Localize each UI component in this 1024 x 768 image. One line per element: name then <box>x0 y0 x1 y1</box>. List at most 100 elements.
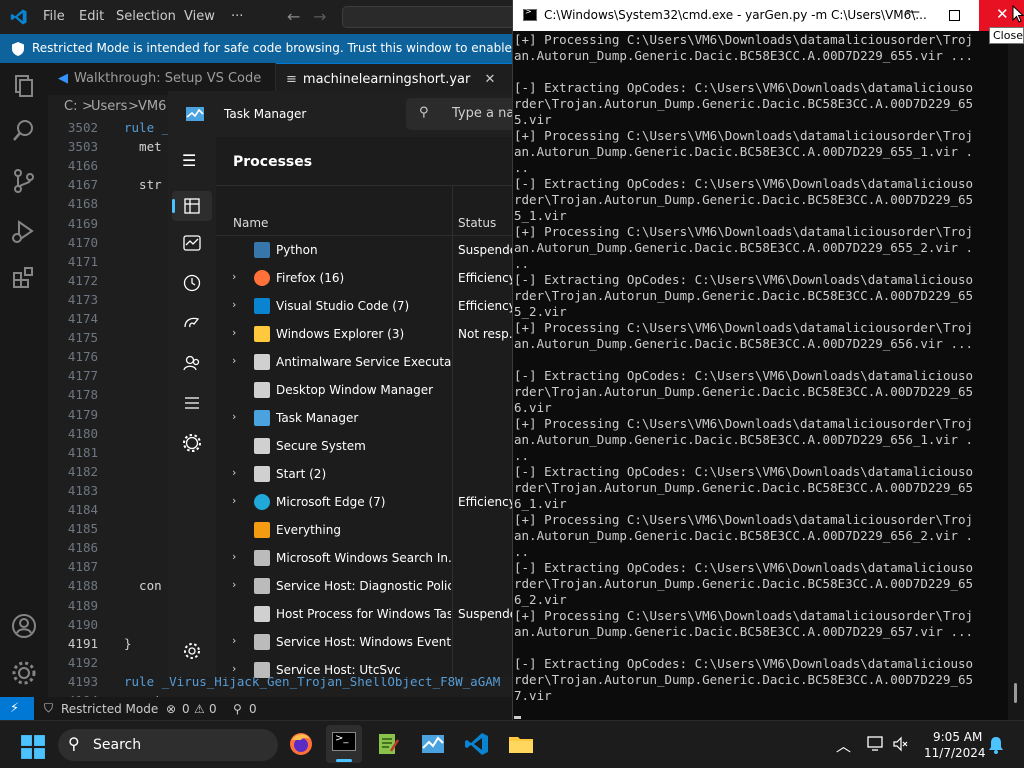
nav-processes[interactable] <box>172 191 212 221</box>
process-name: Firefox (16) <box>276 271 345 285</box>
clock-date[interactable]: 11/7/2024 <box>924 746 986 760</box>
expand-chevron-icon[interactable]: › <box>232 354 236 367</box>
expand-chevron-icon[interactable]: › <box>232 326 236 339</box>
services-icon[interactable] <box>182 433 202 453</box>
minimize-button[interactable]: — <box>906 4 920 20</box>
process-row[interactable]: › Service Host: UtcSvc <box>216 656 513 684</box>
search-icon[interactable] <box>10 117 38 145</box>
notepad-plus-icon[interactable] <box>375 731 401 757</box>
notification-bell-icon[interactable] <box>988 736 1004 754</box>
process-row[interactable]: › Service Host: Diagnostic Polic... <box>216 572 513 600</box>
process-row[interactable]: › Windows Explorer (3) Not resp... <box>216 320 520 348</box>
column-header-status[interactable]: Status <box>458 216 496 230</box>
process-row[interactable]: › Microsoft Windows Search In... <box>216 544 513 572</box>
warning-count[interactable]: 0 <box>209 702 217 716</box>
maximize-button[interactable] <box>949 10 960 21</box>
process-row[interactable]: › Firefox (16) Efficiency <box>216 264 516 292</box>
scrollbar-thumb[interactable] <box>1014 683 1017 703</box>
menu-file[interactable]: File <box>43 9 65 24</box>
cmd-console[interactable]: [+] Processing C:\Users\VM6\Downloads\da… <box>513 31 1024 720</box>
process-row[interactable]: › Visual Studio Code (7) Efficiency <box>216 292 516 320</box>
process-row[interactable]: Desktop Window Manager <box>216 376 513 404</box>
volume-muted-icon[interactable] <box>893 736 909 752</box>
expand-chevron-icon[interactable]: › <box>232 410 236 423</box>
column-header-name[interactable]: Name <box>233 216 268 230</box>
startup-apps-icon[interactable] <box>182 313 202 333</box>
expand-chevron-icon[interactable]: › <box>232 550 236 563</box>
process-row[interactable]: › Start (2) <box>216 460 513 488</box>
performance-icon[interactable] <box>182 233 202 253</box>
expand-chevron-icon[interactable]: › <box>232 578 236 591</box>
task-manager-titlebar: Task Manager ⚲ Type a na <box>168 91 516 137</box>
taskbar-search[interactable]: ⚲ Search <box>58 729 278 761</box>
extensions-icon[interactable] <box>10 263 38 291</box>
expand-chevron-icon[interactable]: › <box>232 494 236 507</box>
process-row[interactable]: › Antimalware Service Executable <box>216 348 513 376</box>
firefox-icon[interactable] <box>288 731 314 757</box>
show-hidden-icons-chevron-icon[interactable]: ︿ <box>836 735 851 756</box>
console-line: [-] Extracting OpCodes: C:\Users\VM6\Dow… <box>514 368 974 383</box>
process-row[interactable]: Python Suspended <box>216 236 525 264</box>
menu-selection[interactable]: Selection <box>116 9 176 24</box>
process-row[interactable]: Secure System <box>216 432 513 460</box>
expand-chevron-icon[interactable]: › <box>232 466 236 479</box>
code-line[interactable]: str <box>124 177 162 192</box>
ports-count[interactable]: 0 <box>249 702 257 716</box>
app-history-icon[interactable] <box>182 273 202 293</box>
taskbar-cmd[interactable]: >_ <box>326 725 362 763</box>
restricted-mode-status[interactable]: Restricted Mode <box>61 702 158 716</box>
expand-chevron-icon[interactable]: › <box>232 662 236 675</box>
command-center-search[interactable] <box>342 6 517 28</box>
network-icon[interactable] <box>867 736 885 752</box>
cmd-title: C:\Windows\System32\cmd.exe - yarGen.py … <box>544 8 927 22</box>
menu-edit[interactable]: Edit <box>79 9 104 24</box>
process-row[interactable]: › Microsoft Edge (7) Efficiency <box>216 488 516 516</box>
source-control-icon[interactable] <box>10 167 38 195</box>
process-status: Efficiency <box>458 299 516 313</box>
line-number: 4191 <box>67 636 98 651</box>
windows-start-icon[interactable] <box>20 734 46 760</box>
details-icon[interactable] <box>182 393 202 413</box>
process-row[interactable]: › Task Manager <box>216 404 513 432</box>
back-arrow-icon[interactable]: ← <box>287 7 300 26</box>
process-row[interactable]: Everything <box>216 516 513 544</box>
explorer-icon[interactable] <box>10 72 38 100</box>
error-count[interactable]: 0 <box>182 702 190 716</box>
clock-time[interactable]: 9:05 AM <box>933 730 982 744</box>
account-icon[interactable] <box>10 612 38 640</box>
close-tab-icon[interactable]: ✕ <box>485 72 496 87</box>
vscode-taskbar-icon[interactable] <box>464 731 490 757</box>
run-debug-icon[interactable] <box>10 217 38 245</box>
line-number: 4168 <box>67 196 98 211</box>
users-icon[interactable] <box>182 353 202 373</box>
code-line[interactable]: rule _ <box>124 120 169 135</box>
code-line[interactable]: } <box>124 636 132 651</box>
code-line[interactable]: con <box>124 578 162 593</box>
expand-chevron-icon[interactable]: › <box>232 634 236 647</box>
code-line[interactable]: met <box>124 139 162 154</box>
scrollbar[interactable] <box>1008 31 1024 720</box>
breadcrumb-users[interactable]: Users <box>91 99 127 114</box>
breadcrumb-drive[interactable]: C: <box>64 99 77 114</box>
gear-icon <box>254 634 270 650</box>
process-search-input[interactable]: ⚲ Type a na <box>406 98 516 130</box>
hamburger-menu-icon[interactable]: ☰ <box>182 151 202 171</box>
settings-gear-icon[interactable] <box>182 641 202 661</box>
line-number: 4184 <box>67 502 98 517</box>
expand-chevron-icon[interactable]: › <box>232 270 236 283</box>
console-line: [+] Processing C:\Users\VM6\Downloads\da… <box>514 512 974 527</box>
menu-more[interactable]: ··· <box>231 9 243 24</box>
task-manager-taskbar-icon[interactable] <box>420 731 446 757</box>
breadcrumb-vm[interactable]: VM6 <box>138 99 166 114</box>
process-row[interactable]: Host Process for Windows Tasks Suspended <box>216 600 525 628</box>
remote-indicator[interactable]: ⚡ <box>0 697 34 722</box>
menu-view[interactable]: View <box>184 9 215 24</box>
expand-chevron-icon[interactable]: › <box>232 298 236 311</box>
banner-text[interactable]: Restricted Mode is intended for safe cod… <box>32 41 577 55</box>
error-icon: ⊗ <box>166 702 177 716</box>
process-row[interactable]: › Service Host: Windows Event ... <box>216 628 513 656</box>
manage-gear-icon[interactable] <box>10 659 38 687</box>
file-explorer-icon[interactable] <box>508 731 534 757</box>
forward-arrow-icon[interactable]: → <box>313 7 326 26</box>
